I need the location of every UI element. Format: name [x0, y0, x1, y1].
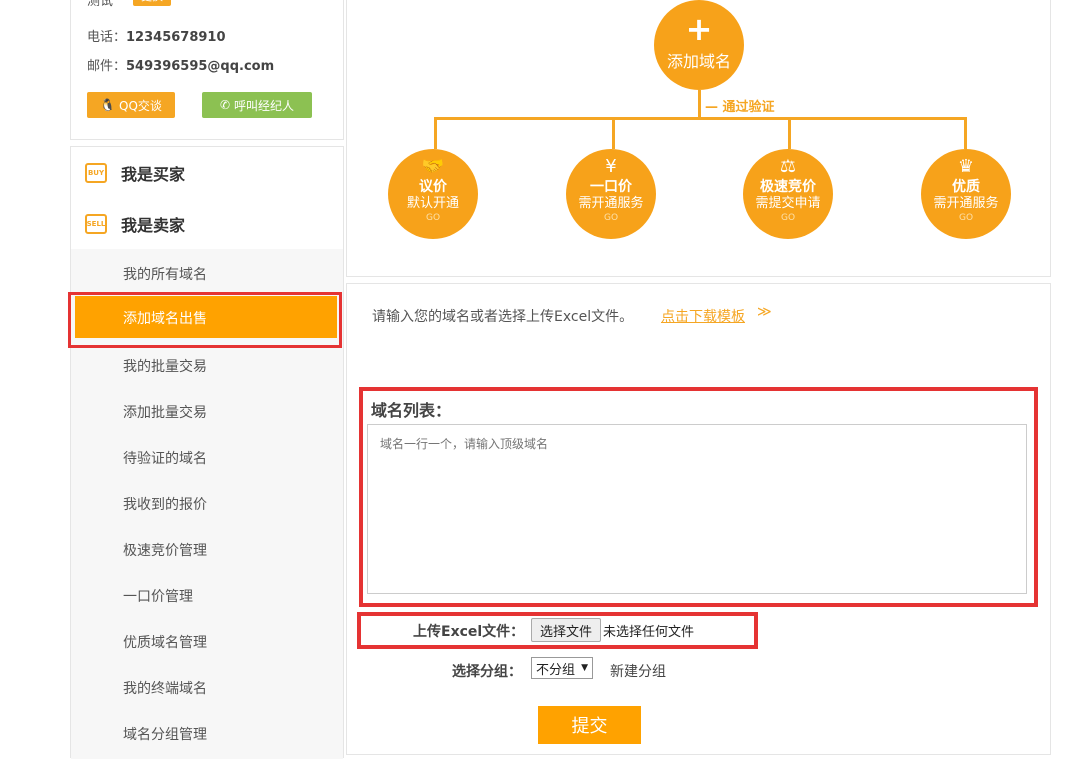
- go-label: GO: [780, 213, 796, 223]
- qq-chat-button[interactable]: 🐧 QQ交谈: [87, 92, 175, 118]
- option-desc: 需开通服务: [578, 196, 644, 211]
- qq-chat-label: QQ交谈: [119, 98, 162, 113]
- phone-value: 12345678910: [126, 30, 226, 45]
- gavel-icon: ⚖: [779, 156, 797, 177]
- go-label: GO: [603, 213, 619, 223]
- option-desc: 需提交申请: [755, 196, 821, 211]
- menu-buyer[interactable]: BUY 我是买家: [85, 161, 185, 185]
- connector: [434, 117, 437, 149]
- form-tip: 请输入您的域名或者选择上传Excel文件。: [372, 309, 634, 325]
- new-group-link[interactable]: 新建分组: [610, 661, 666, 681]
- go-label: GO: [958, 213, 974, 223]
- download-template-link[interactable]: 点击下载模板: [661, 306, 745, 326]
- option-title: 优质: [952, 179, 980, 195]
- qq-icon: 🐧: [100, 98, 116, 112]
- option-negotiate[interactable]: 🤝 议价 默认开通 GO: [388, 149, 478, 239]
- menu-seller-label: 我是卖家: [121, 216, 186, 235]
- buy-icon: BUY: [85, 163, 107, 183]
- sidebar-item-offers[interactable]: 我收到的报价: [123, 494, 207, 514]
- connector: [698, 90, 701, 118]
- highlight-box: [68, 292, 342, 348]
- sidebar-item-add-bulk[interactable]: 添加批量交易: [123, 402, 207, 422]
- crown-icon: ♛: [957, 156, 975, 177]
- profile-card: 测试 更换 电话：12345678910 邮件：549396595@qq.com…: [70, 0, 344, 140]
- email-label: 邮件：: [87, 59, 127, 74]
- email-value: 549396595@qq.com: [126, 59, 275, 74]
- handshake-icon: 🤝: [421, 156, 445, 177]
- menu-buyer-label: 我是买家: [121, 165, 186, 184]
- call-agent-label: 呼叫经纪人: [234, 98, 295, 113]
- sidebar-item-fixed-price[interactable]: 一口价管理: [123, 586, 193, 606]
- sidebar-item-my-bulk[interactable]: 我的批量交易: [123, 356, 207, 376]
- sidebar-item-premium[interactable]: 优质域名管理: [123, 632, 207, 652]
- option-desc: 需开通服务: [933, 196, 999, 211]
- phone-row: 电话：12345678910: [87, 26, 226, 45]
- menu-seller[interactable]: SELL 我是卖家: [85, 212, 185, 236]
- verify-text: 通过验证: [722, 100, 775, 115]
- sidebar-item-auction[interactable]: 极速竞价管理: [123, 540, 207, 560]
- option-title: 极速竞价: [760, 179, 816, 195]
- dropdown-arrow-icon: ▼: [581, 663, 588, 673]
- group-select-value: 不分组: [536, 662, 576, 678]
- sidebar-menu: BUY 我是买家 SELL 我是卖家 我的所有域名 添加域名出售 我的批量交易 …: [70, 146, 344, 759]
- option-auction[interactable]: ⚖ 极速竞价 需提交申请 GO: [743, 149, 833, 239]
- sidebar-item-pending-verify[interactable]: 待验证的域名: [123, 448, 207, 468]
- group-select[interactable]: 不分组 ▼: [531, 657, 593, 679]
- change-button[interactable]: 更换: [133, 0, 171, 6]
- sell-icon: SELL: [85, 214, 107, 234]
- option-desc: 默认开通: [406, 196, 459, 211]
- sidebar-item-terminal[interactable]: 我的终端域名: [123, 678, 207, 698]
- go-label: GO: [425, 213, 441, 223]
- connector: [434, 117, 967, 120]
- add-domain-circle: + 添加域名: [654, 0, 744, 90]
- process-diagram: + 添加域名 — 通过验证 🤝 议价 默认开通 GO ¥ 一口价 需开通服务 G…: [346, 0, 1051, 277]
- email-row: 邮件：549396595@qq.com: [87, 55, 274, 74]
- sidebar-item-groups[interactable]: 域名分组管理: [123, 724, 207, 744]
- upload-label: 上传Excel文件：: [413, 624, 525, 640]
- add-domain-form: 请输入您的域名或者选择上传Excel文件。 点击下载模板 ≫ 域名列表： 上传E…: [346, 283, 1051, 755]
- add-domain-label: 添加域名: [666, 52, 731, 71]
- file-status: 未选择任何文件: [603, 625, 695, 640]
- option-title: 一口价: [590, 179, 632, 195]
- verify-label: — 通过验证: [705, 100, 775, 115]
- connector: [612, 117, 615, 149]
- call-agent-button[interactable]: ✆ 呼叫经纪人: [202, 92, 312, 118]
- plus-icon: +: [685, 10, 713, 48]
- sidebar-item-all-domains[interactable]: 我的所有域名: [123, 264, 207, 284]
- double-chevron-icon: ≫: [757, 304, 772, 320]
- option-title: 议价: [419, 179, 447, 195]
- price-tag-icon: ¥: [605, 156, 617, 177]
- option-premium[interactable]: ♛ 优质 需开通服务 GO: [921, 149, 1011, 239]
- group-label: 选择分组：: [452, 664, 522, 680]
- domain-list-label: 域名列表：: [371, 401, 452, 420]
- submit-button[interactable]: 提交: [538, 706, 641, 744]
- connector: [788, 117, 791, 149]
- choose-file-button[interactable]: 选择文件: [531, 618, 601, 642]
- option-fixed-price[interactable]: ¥ 一口价 需开通服务 GO: [566, 149, 656, 239]
- phone-icon: ✆: [219, 98, 231, 112]
- user-name: 测试: [87, 0, 114, 9]
- connector: [964, 117, 967, 149]
- phone-label: 电话：: [87, 30, 127, 45]
- domain-list-textarea[interactable]: [367, 424, 1027, 594]
